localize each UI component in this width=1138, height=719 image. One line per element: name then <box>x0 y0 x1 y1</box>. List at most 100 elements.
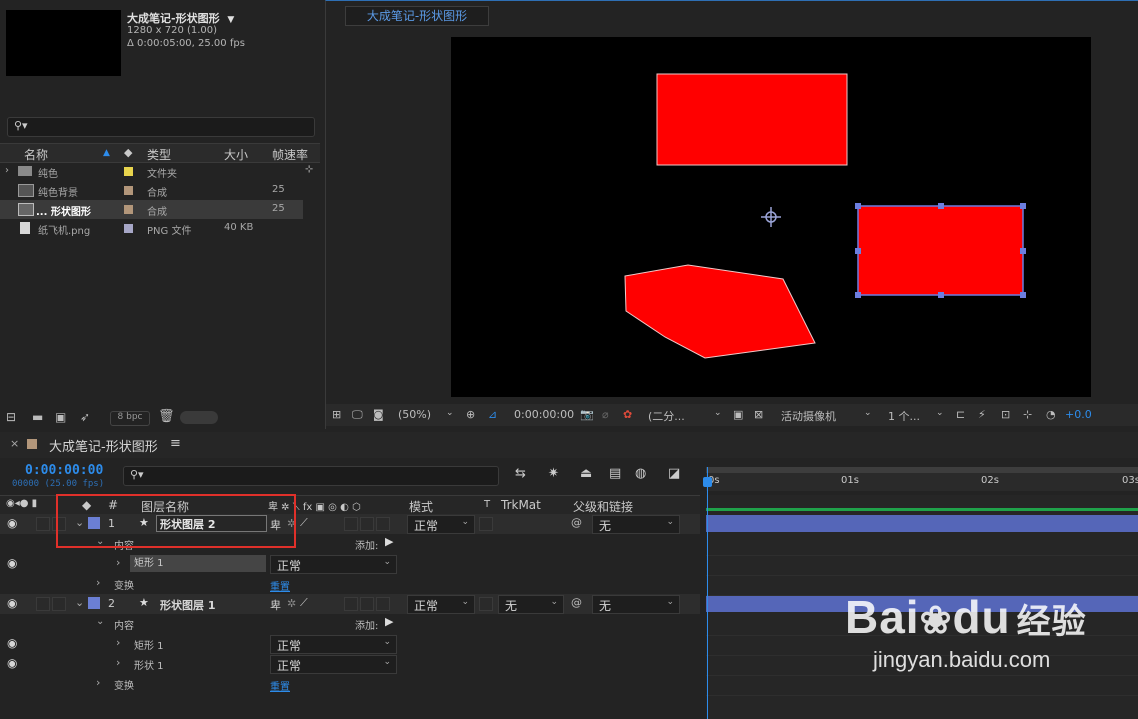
transform-row[interactable]: › 变换 重置 <box>0 674 700 694</box>
new-composition-icon[interactable]: ▣ <box>55 410 66 424</box>
always-preview-icon[interactable]: ⊞ <box>332 408 341 421</box>
column-parent[interactable]: 父级和链接 <box>573 498 633 515</box>
checkerboard-icon[interactable]: ⊠ <box>754 408 763 421</box>
quality-switch-icon[interactable]: ⟋ <box>300 516 308 530</box>
column-fps[interactable]: 帧速率 <box>272 146 308 163</box>
layer-1-duration-bar[interactable] <box>706 515 1138 532</box>
preserve-transparency-toggle[interactable] <box>479 597 493 611</box>
chevron-down-icon[interactable]: ▼ <box>227 15 234 25</box>
timeline-tab-title[interactable]: 大成笔记-形状图形 <box>49 436 158 455</box>
eye-icon[interactable]: ◉ <box>7 556 17 570</box>
sort-ascending-icon[interactable]: ▲ <box>103 148 110 158</box>
pick-whip-icon[interactable]: @ <box>571 516 582 529</box>
column-t[interactable]: T <box>484 499 490 510</box>
chevron-right-icon[interactable]: › <box>116 636 120 649</box>
graph-editor-icon[interactable]: ◪ <box>668 466 680 481</box>
label-swatch[interactable] <box>124 186 133 195</box>
label-tag-icon[interactable]: ◆ <box>124 146 132 159</box>
chevron-down-icon[interactable]: ⌄ <box>864 408 872 418</box>
solo-toggle[interactable] <box>36 597 50 611</box>
collapse-switch-icon[interactable]: ✲ <box>287 597 296 610</box>
chevron-right-icon[interactable]: › <box>96 576 100 589</box>
anchor-point-icon[interactable] <box>761 207 781 227</box>
shape-row[interactable]: ◉ › 矩形 1 正常 ⌄ <box>0 634 700 654</box>
playhead[interactable] <box>703 467 712 719</box>
column-trkmat[interactable]: TrkMat <box>501 498 541 512</box>
chevron-right-icon[interactable]: › <box>116 556 120 569</box>
shape-blend-dropdown[interactable]: 正常 ⌄ <box>270 655 397 674</box>
parent-dropdown[interactable]: 无 ⌄ <box>592 595 680 614</box>
add-menu-icon[interactable]: ▶ <box>385 615 393 628</box>
snapshot-icon[interactable]: 📷 <box>580 408 594 421</box>
new-folder-icon[interactable]: ▬ <box>32 410 43 424</box>
color-channels-icon[interactable]: ✿ <box>623 408 632 421</box>
label-swatch[interactable] <box>124 205 133 214</box>
safe-zones-icon[interactable]: ⊕ <box>466 408 475 421</box>
label-swatch[interactable] <box>124 224 133 233</box>
reset-link[interactable]: 重置 <box>270 678 290 693</box>
shape-name[interactable]: 矩形 1 <box>134 637 164 652</box>
mask-icon[interactable]: ◙ <box>373 408 384 421</box>
add-menu-icon[interactable]: ▶ <box>385 535 393 548</box>
shape-name[interactable]: 形状 1 <box>134 657 164 672</box>
playhead-handle[interactable] <box>703 477 712 487</box>
views-dropdown[interactable]: 1 个... <box>888 408 920 424</box>
chevron-down-icon[interactable]: ⌄ <box>446 408 454 418</box>
motion-blur-icon[interactable]: ◍ <box>635 466 646 481</box>
shape-blend-dropdown[interactable]: 正常 ⌄ <box>270 635 397 654</box>
trkmat-dropdown[interactable]: 无 ⌄ <box>498 595 564 614</box>
chevron-down-icon[interactable]: ⌄ <box>714 408 722 418</box>
polygon-shape[interactable] <box>624 264 816 359</box>
contents-row[interactable]: ⌄ 内容 添加: ▶ <box>0 614 700 634</box>
switch-box[interactable] <box>376 597 390 611</box>
switch-box[interactable] <box>344 517 358 531</box>
project-item-comp-selected[interactable]: ... 形状图形 合成 25 <box>0 200 303 219</box>
shape-blend-dropdown[interactable]: 正常 ⌄ <box>270 555 397 574</box>
fast-preview-icon[interactable]: ⚡ <box>978 408 986 421</box>
transform-row[interactable]: › 变换 重置 <box>0 574 700 594</box>
time-ruler[interactable]: 0s 01s 02s 03s <box>706 467 1138 491</box>
chevron-down-icon[interactable]: ⌄ <box>75 596 84 609</box>
timeline-timecode[interactable]: 0:00:00:00 <box>25 463 103 478</box>
column-name[interactable]: 名称 <box>24 146 48 163</box>
comp-title[interactable]: 大成笔记-形状图形 ▼ <box>127 10 234 26</box>
toggle-view-layout-icon[interactable]: ⊏ <box>956 408 965 421</box>
bpc-button[interactable]: 8 bpc <box>110 411 150 426</box>
quality-switch-icon[interactable]: ⟋ <box>300 596 308 610</box>
rectangle-shape-top[interactable] <box>656 73 848 166</box>
lock-toggle[interactable] <box>52 597 66 611</box>
frame-blending-icon[interactable]: ▤ <box>609 466 621 481</box>
eye-icon[interactable]: ◉ <box>7 636 17 650</box>
interpret-footage-icon[interactable]: ⊟ <box>6 410 16 424</box>
flowchart-icon[interactable]: ⊹ <box>305 164 313 175</box>
solo-toggle[interactable] <box>36 517 50 531</box>
shy-layers-icon[interactable]: ⏏ <box>580 466 592 481</box>
composition-canvas[interactable] <box>451 37 1091 397</box>
column-mode[interactable]: 模式 <box>409 498 433 515</box>
preserve-transparency-toggle[interactable] <box>479 517 493 531</box>
exposure-icon[interactable]: ◔ <box>1046 408 1056 421</box>
exposure-value[interactable]: +0.0 <box>1065 408 1092 421</box>
label-swatch[interactable] <box>124 167 133 176</box>
camera-dropdown[interactable]: 活动摄像机 <box>781 408 836 424</box>
column-size[interactable]: 大小 <box>224 146 248 163</box>
comp-mini-flowchart-icon[interactable]: ⇆ <box>515 466 526 481</box>
shape-row[interactable]: ◉ › 形状 1 正常 ⌄ <box>0 654 700 674</box>
column-type[interactable]: 类型 <box>147 146 171 163</box>
rectangle-shape-selected[interactable] <box>857 205 1024 296</box>
magnification-dropdown[interactable]: (50%) <box>398 408 431 421</box>
project-item-folder[interactable]: › 纯色 文件夹 ⊹ <box>0 162 313 181</box>
chevron-right-icon[interactable]: › <box>116 656 120 669</box>
eye-icon[interactable]: ◉ <box>7 656 17 670</box>
layer-label-swatch[interactable] <box>88 597 100 609</box>
chevron-right-icon[interactable]: › <box>5 165 9 176</box>
panel-menu-icon[interactable]: ≡ <box>170 436 181 451</box>
eye-icon[interactable]: ◉ <box>7 516 17 530</box>
timeline-search-input[interactable]: ⚲▾ <box>123 466 499 486</box>
viewer-tab[interactable]: 大成笔记-形状图形 <box>345 6 489 26</box>
reset-link[interactable]: 重置 <box>270 578 290 593</box>
switch-box[interactable] <box>360 597 374 611</box>
eye-icon[interactable]: ◉ <box>7 596 17 610</box>
chevron-down-icon[interactable]: ⌄ <box>936 408 944 418</box>
parent-dropdown[interactable]: 无 ⌄ <box>592 515 680 534</box>
